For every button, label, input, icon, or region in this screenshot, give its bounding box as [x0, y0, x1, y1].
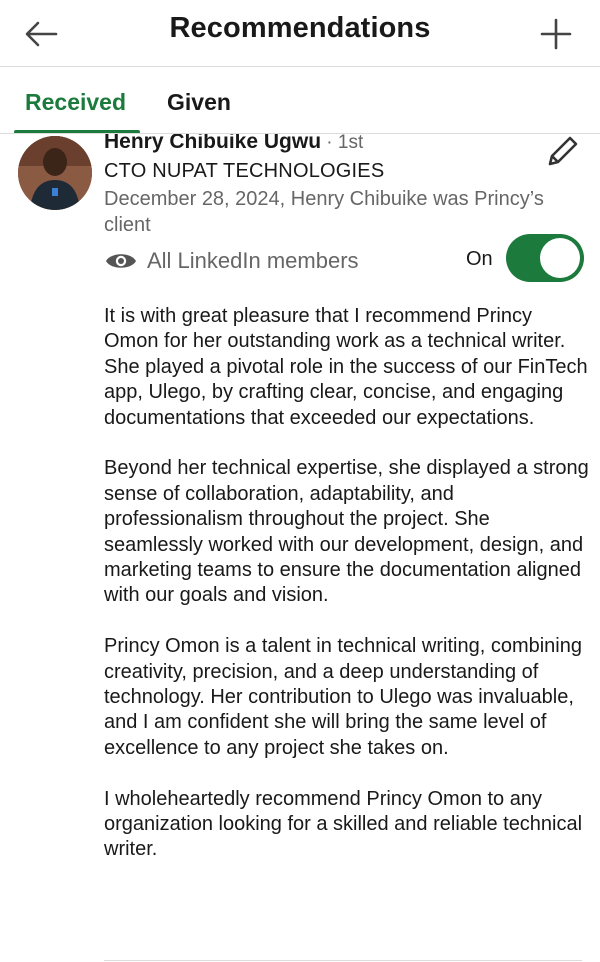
recommendation-paragraph: I wholeheartedly recommend Princy Omon t…: [104, 787, 583, 861]
tab-received[interactable]: Received: [25, 89, 126, 116]
pencil-icon: [548, 136, 578, 166]
toggle-knob: [540, 238, 580, 278]
page-title: Recommendations: [169, 12, 431, 44]
recommender-name-line: Henry Chibuike Ugwu · 1st: [104, 134, 363, 154]
recommendation-paragraph: It is with great pleasure that I recomme…: [104, 305, 588, 429]
toggle-state-label: On: [466, 248, 493, 270]
recommendation-paragraph: Princy Omon is a talent in technical wri…: [104, 635, 582, 759]
tab-bar: Received Given: [0, 67, 600, 133]
tab-given[interactable]: Given: [167, 89, 231, 116]
visibility-label: All LinkedIn members: [147, 248, 359, 273]
profile-photo-icon: [18, 136, 92, 210]
plus-icon: [540, 18, 572, 50]
add-recommendation-button[interactable]: [536, 14, 576, 54]
recommendation-text: It is with great pleasure that I recomme…: [104, 304, 590, 863]
edit-button[interactable]: [544, 134, 580, 170]
visibility-row: All LinkedIn members On: [104, 234, 584, 282]
recommender-name[interactable]: Henry Chibuike Ugwu: [104, 134, 321, 153]
recommendation-card: Henry Chibuike Ugwu · 1st CTO NUPAT TECH…: [0, 134, 600, 962]
recommender-headline: CTO NUPAT TECHNOLOGIES: [104, 160, 385, 182]
avatar[interactable]: [18, 136, 92, 210]
connection-degree: · 1st: [321, 134, 364, 153]
card-divider: [104, 960, 582, 961]
eye-icon: [106, 254, 136, 268]
top-app-bar: Recommendations: [0, 0, 600, 67]
recommendation-paragraph: Beyond her technical expertise, she disp…: [104, 457, 589, 607]
recommendation-meta: December 28, 2024, Henry Chibuike was Pr…: [104, 188, 544, 236]
visibility-toggle[interactable]: [506, 234, 584, 282]
